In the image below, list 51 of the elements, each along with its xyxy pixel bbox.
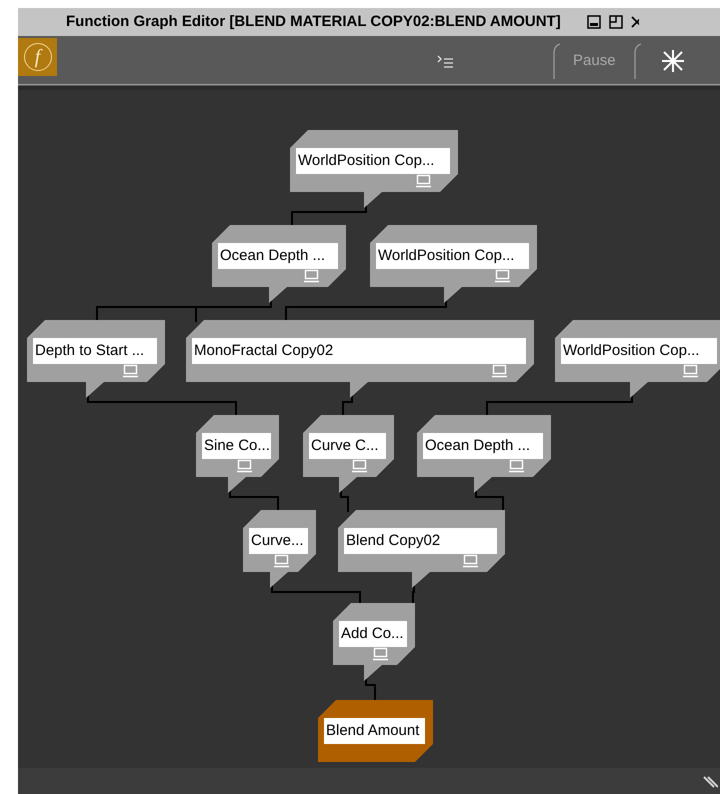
node-label: Ocean Depth ... <box>423 433 543 459</box>
node-label: WorldPosition Cop... <box>296 148 450 174</box>
close-icon[interactable] <box>630 15 639 29</box>
monitor-icon <box>237 459 253 473</box>
node-label: Blend Copy02 <box>344 528 497 554</box>
monitor-icon <box>683 364 699 378</box>
monitor-icon <box>352 459 368 473</box>
window-title: Function Graph Editor [BLEND MATERIAL COPY02:BLEND AMOUNT] <box>66 12 561 32</box>
graph-node[interactable]: WorldPosition Cop... <box>290 130 458 208</box>
monitor-icon <box>373 647 389 661</box>
monitor-icon <box>416 174 432 188</box>
connector-line <box>475 489 504 512</box>
connector-line <box>365 677 376 702</box>
monitor-icon <box>492 364 508 378</box>
node-label: Ocean Depth ... <box>218 243 338 269</box>
node-label: MonoFractal Copy02 <box>192 338 526 364</box>
node-label: Blend Amount <box>324 718 425 744</box>
graph-node[interactable]: MonoFractal Copy02 <box>186 320 534 398</box>
monitor-icon <box>274 554 290 568</box>
graph-node[interactable]: Sine Co... <box>196 415 279 493</box>
graph-node[interactable]: Ocean Depth ... <box>417 415 551 493</box>
monitor-icon <box>123 364 139 378</box>
connector-line <box>229 489 279 512</box>
asterisk-icon[interactable] <box>660 48 686 74</box>
node-label: Depth to Start ... <box>33 338 157 364</box>
graph-node[interactable]: Add Co... <box>333 603 415 681</box>
restore-icon[interactable] <box>608 15 623 29</box>
node-label: WorldPosition Cop... <box>376 243 529 269</box>
node-label: Add Co... <box>339 621 407 647</box>
node-label: Curve... <box>249 528 308 554</box>
monitor-icon <box>509 459 525 473</box>
graph-node[interactable]: Depth to Start ... <box>27 320 165 398</box>
connector-line <box>342 394 353 417</box>
graph-node[interactable]: Blend Copy02 <box>338 510 505 588</box>
minimize-icon[interactable] <box>586 15 601 29</box>
connector-line <box>412 584 415 605</box>
monitor-icon <box>304 269 320 283</box>
node-label: Sine Co... <box>202 433 271 459</box>
expand-list-icon[interactable] <box>437 54 455 68</box>
monitor-icon <box>495 269 511 283</box>
connector-line <box>340 489 349 512</box>
graph-node[interactable]: Ocean Depth ... <box>212 225 346 303</box>
node-label: Curve C... <box>309 433 386 459</box>
graph-node[interactable]: WorldPosition Cop... <box>555 320 720 398</box>
monitor-icon <box>463 554 479 568</box>
graph-node[interactable]: WorldPosition Cop... <box>370 225 537 303</box>
graph-node[interactable]: Curve... <box>243 510 316 588</box>
node-label: WorldPosition Cop... <box>561 338 717 364</box>
bracket-divider <box>634 43 642 79</box>
graph-node[interactable]: Curve C... <box>303 415 394 493</box>
bracket-divider <box>553 43 561 79</box>
